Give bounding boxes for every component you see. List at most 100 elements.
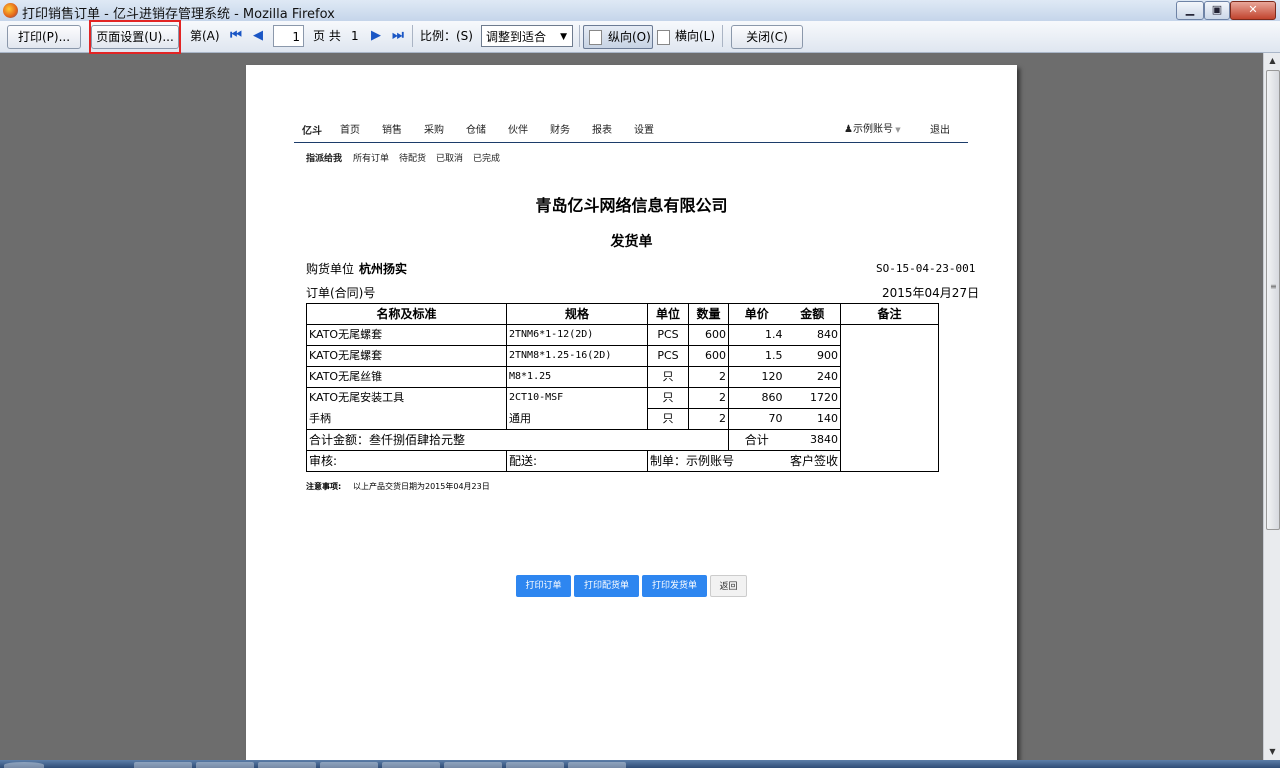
start-orb[interactable] <box>4 762 44 768</box>
logout-link[interactable]: 退出 <box>930 121 950 136</box>
table-header-row: 名称及标准 规格 单位 数量 单价 金额 备注 <box>306 303 939 325</box>
chevron-down-icon: ▼ <box>892 126 901 134</box>
item-amount: 1720 <box>784 387 841 409</box>
nav-partners[interactable]: 伙伴 <box>508 121 528 136</box>
taskbar-item[interactable] <box>258 762 316 768</box>
print-delivery-button[interactable]: 打印发货单 <box>642 575 707 597</box>
buyer-name: 杭州扬实 <box>359 262 408 276</box>
minimize-button[interactable]: ▁ <box>1176 1 1204 20</box>
subnav-all-orders[interactable]: 所有订单 <box>353 151 389 164</box>
print-order-button[interactable]: 打印订单 <box>516 575 571 597</box>
item-amount: 240 <box>784 366 841 388</box>
item-name: KATO无尾丝锥 <box>306 366 507 388</box>
remarks-cell <box>840 324 939 472</box>
maximize-button[interactable]: ▣ <box>1204 1 1230 20</box>
buyer-label: 购货单位 <box>306 262 355 276</box>
taskbar-item[interactable] <box>506 762 564 768</box>
nav-sales[interactable]: 销售 <box>382 121 402 136</box>
page-number-input[interactable]: 1 <box>273 25 304 47</box>
portrait-label: 纵向(O) <box>608 30 651 44</box>
scrollbar-thumb[interactable]: ≡ <box>1266 70 1280 530</box>
next-page-icon[interactable]: ▶ <box>368 25 384 47</box>
landscape-page-icon <box>657 30 670 45</box>
first-page-icon[interactable]: ⏮ <box>228 25 244 47</box>
maker-cell: 制单：示例账号 客户签收 <box>647 450 841 472</box>
item-name: 手柄 <box>306 408 507 430</box>
col-header-amount: 金额 <box>784 303 841 325</box>
nav-settings[interactable]: 设置 <box>634 121 654 136</box>
item-unit: PCS <box>647 324 689 346</box>
item-qty: 2 <box>688 387 729 409</box>
subnav-cancelled[interactable]: 已取消 <box>436 151 463 164</box>
back-button[interactable]: 返回 <box>710 575 747 597</box>
toolbar-divider <box>722 25 723 47</box>
item-name: KATO无尾螺套 <box>306 345 507 367</box>
item-qty: 2 <box>688 408 729 430</box>
taskbar-item[interactable] <box>382 762 440 768</box>
item-unit: PCS <box>647 345 689 367</box>
document-title: 发货单 <box>610 234 653 250</box>
close-window-button[interactable]: ✕ <box>1230 1 1276 20</box>
toolbar-divider <box>579 25 580 47</box>
user-menu[interactable]: ♟示例账号 ▼ <box>844 120 901 135</box>
taskbar-item[interactable] <box>196 762 254 768</box>
page-setup-highlight <box>89 20 181 54</box>
document-date: 2015年04月27日 <box>882 286 980 300</box>
subnav-pending[interactable]: 待配货 <box>399 151 426 164</box>
taskbar-item[interactable] <box>444 762 502 768</box>
title-bar: 打印销售订单 - 亿斗进销存管理系统 - Mozilla Firefox ▁ ▣… <box>0 0 1280 22</box>
toolbar-divider <box>412 25 413 47</box>
landscape-label: 横向(L) <box>675 29 716 43</box>
col-header-name: 名称及标准 <box>306 303 507 325</box>
nav-reports[interactable]: 报表 <box>592 121 612 136</box>
item-price: 120 <box>728 366 785 388</box>
nav-divider <box>294 142 968 143</box>
total-in-words: 合计金额：叁仟捌佰肆拾元整 <box>306 429 729 451</box>
item-qty: 600 <box>688 345 729 367</box>
subnav-assigned[interactable]: 指派给我 <box>306 151 342 164</box>
item-unit: 只 <box>647 408 689 430</box>
print-preview-toolbar: 打印(P)... 页面设置(U)... 第(A) ⏮ ◀ 1 页 共 1 ▶ ⏭… <box>0 21 1280 53</box>
previous-page-icon[interactable]: ◀ <box>250 25 266 47</box>
scroll-down-icon[interactable]: ▼ <box>1264 744 1280 760</box>
item-spec: 通用 <box>506 408 648 430</box>
firefox-icon <box>3 3 18 18</box>
scale-label: 比例：(S) <box>420 29 473 43</box>
total-label: 合计 <box>728 429 785 451</box>
landscape-button[interactable]: 横向(L) <box>655 25 717 47</box>
print-button[interactable]: 打印(P)... <box>7 25 81 49</box>
last-page-icon[interactable]: ⏭ <box>390 25 406 47</box>
customer-signoff: 客户签收 <box>789 454 838 468</box>
item-price: 1.5 <box>728 345 785 367</box>
print-picking-button[interactable]: 打印配货单 <box>574 575 639 597</box>
chevron-down-icon: ▼ <box>560 32 567 42</box>
item-unit: 只 <box>647 366 689 388</box>
item-amount: 140 <box>784 408 841 430</box>
close-preview-button[interactable]: 关闭(C) <box>731 25 803 49</box>
subnav-completed[interactable]: 已完成 <box>473 151 500 164</box>
col-header-spec: 规格 <box>506 303 648 325</box>
scroll-up-icon[interactable]: ▲ <box>1264 53 1280 69</box>
taskbar-item[interactable] <box>568 762 626 768</box>
col-header-price: 单价 <box>728 303 785 325</box>
delivery-label: 配送: <box>506 450 648 472</box>
note-text: 以上产品交货日期为2015年04月23日 <box>353 482 490 491</box>
taskbar-item[interactable] <box>134 762 192 768</box>
item-qty: 600 <box>688 324 729 346</box>
vertical-scrollbar[interactable]: ▲ ≡ ▼ <box>1263 53 1280 760</box>
page-prefix-label: 第(A) <box>190 29 220 43</box>
item-amount: 840 <box>784 324 841 346</box>
portrait-button[interactable]: 纵向(O) <box>583 25 653 49</box>
item-name: KATO无尾安装工具 <box>306 387 507 409</box>
taskbar-item[interactable] <box>320 762 378 768</box>
item-price: 860 <box>728 387 785 409</box>
nav-finance[interactable]: 财务 <box>550 121 570 136</box>
scale-select[interactable]: 调整到适合 ▼ <box>481 25 573 47</box>
nav-home[interactable]: 首页 <box>340 121 360 136</box>
table-row: KATO无尾螺套 2TNM6*1-12(2D) PCS 600 1.4 840 <box>306 324 939 472</box>
nav-warehouse[interactable]: 仓储 <box>466 121 486 136</box>
windows-taskbar <box>0 760 1280 768</box>
company-name: 青岛亿斗网络信息有限公司 <box>535 196 728 215</box>
user-icon: ♟ <box>844 124 853 135</box>
nav-purchase[interactable]: 采购 <box>424 121 444 136</box>
